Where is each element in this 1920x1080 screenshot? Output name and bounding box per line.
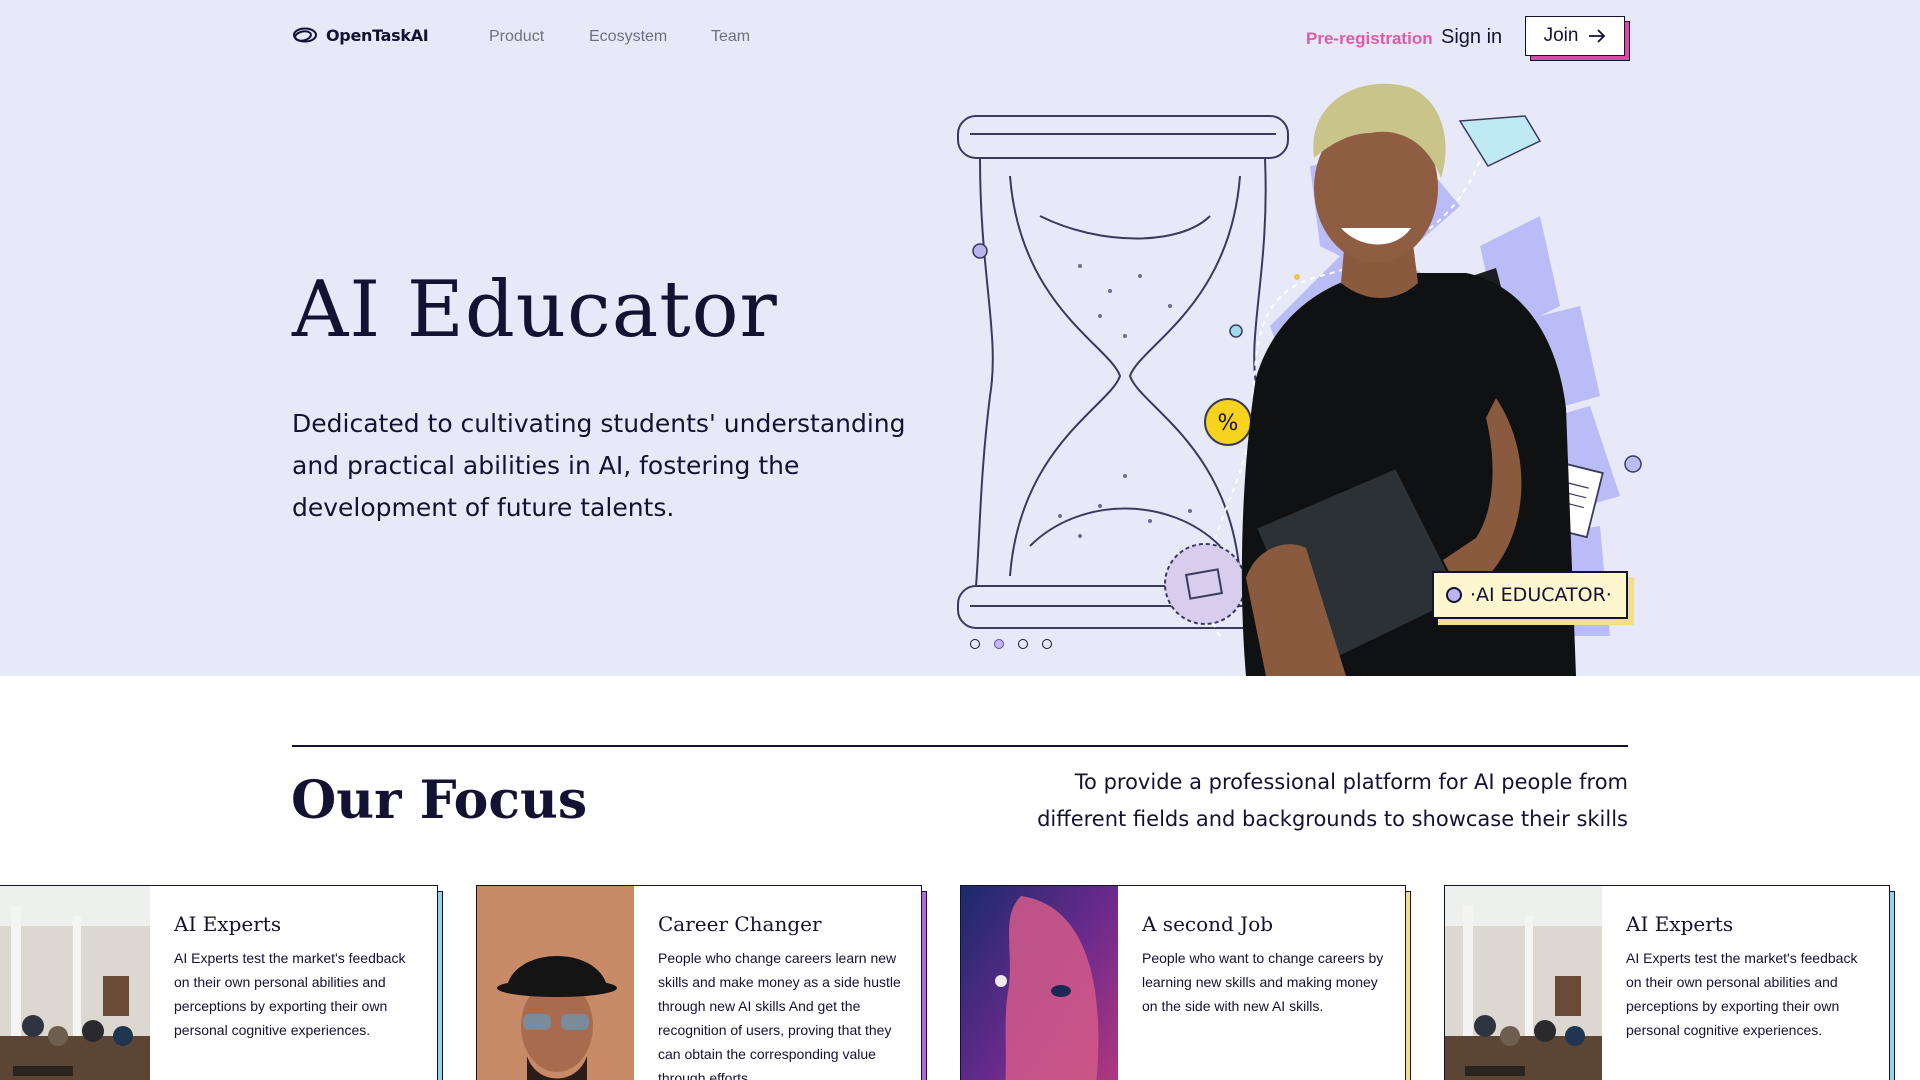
card-description: People who want to change careers by lea… [1142, 950, 1384, 1014]
focus-title: Our Focus [291, 770, 588, 831]
card-text: AI Experts AI Experts test the market's … [1626, 912, 1874, 1042]
nav-link-product[interactable]: Product [489, 28, 544, 46]
card-body: AI Experts AI Experts test the market's … [0, 885, 438, 1080]
card-description: People who change careers learn new skil… [658, 950, 901, 1080]
card-body: AI Experts AI Experts test the market's … [1444, 885, 1890, 1080]
brand-logo[interactable]: OpenTaskAI [292, 24, 429, 46]
ai-educator-badge: ·AI EDUCATOR· [1432, 571, 1628, 619]
brand-name: OpenTaskAI [326, 25, 429, 45]
card-body: A second Job People who want to change c… [960, 885, 1406, 1080]
card-title: AI Experts [1626, 912, 1734, 936]
hero-title: AI Educator [292, 265, 778, 355]
nav-link-team[interactable]: Team [711, 28, 750, 46]
card-text: A second Job People who want to change c… [1142, 912, 1390, 1018]
focus-card[interactable]: AI Experts AI Experts test the market's … [1444, 885, 1895, 1080]
badge-label: ·AI EDUCATOR· [1470, 584, 1612, 606]
hero-description: Dedicated to cultivating students' under… [292, 409, 906, 522]
cafe-interior-image [1445, 886, 1602, 1080]
slide-dot-4[interactable] [1042, 639, 1052, 649]
slide-dot-3[interactable] [1018, 639, 1028, 649]
logo-icon [293, 27, 317, 43]
section-divider [292, 745, 1628, 747]
badge-dot-icon [1446, 587, 1462, 603]
card-text: Career Changer People who change careers… [658, 912, 906, 1080]
card-title: Career Changer [658, 912, 822, 936]
top-nav: OpenTaskAI Product Ecosystem Team Pre-re… [0, 0, 1920, 80]
join-button-wrap: Join [1525, 16, 1630, 61]
neon-portrait-image [961, 886, 1118, 1080]
man-hat-sunglasses-image [477, 886, 634, 1080]
focus-card[interactable]: A second Job People who want to change c… [960, 885, 1411, 1080]
card-description: AI Experts test the market's feedback on… [1626, 950, 1858, 1038]
preregistration-link[interactable]: Pre-registration [1306, 29, 1433, 49]
join-button[interactable]: Join [1525, 16, 1625, 56]
cafe-interior-image [0, 886, 150, 1080]
card-description: AI Experts test the market's feedback on… [174, 950, 406, 1038]
card-body: Career Changer People who change careers… [476, 885, 922, 1080]
arrow-right-icon [1589, 29, 1606, 43]
hero-section: OpenTaskAI Product Ecosystem Team Pre-re… [0, 0, 1920, 676]
slide-indicator [970, 639, 1052, 649]
card-title: AI Experts [174, 912, 282, 936]
card-text: AI Experts AI Experts test the market's … [174, 912, 422, 1042]
slide-dot-2[interactable] [994, 639, 1004, 649]
focus-card[interactable]: AI Experts AI Experts test the market's … [0, 885, 443, 1080]
sign-in-link[interactable]: Sign in [1441, 26, 1502, 49]
nav-link-ecosystem[interactable]: Ecosystem [589, 28, 667, 46]
card-title: A second Job [1142, 912, 1274, 936]
join-button-label: Join [1543, 25, 1579, 46]
slide-dot-1[interactable] [970, 639, 980, 649]
focus-card[interactable]: Career Changer People who change careers… [476, 885, 927, 1080]
focus-description: To provide a professional platform for A… [1037, 770, 1628, 831]
